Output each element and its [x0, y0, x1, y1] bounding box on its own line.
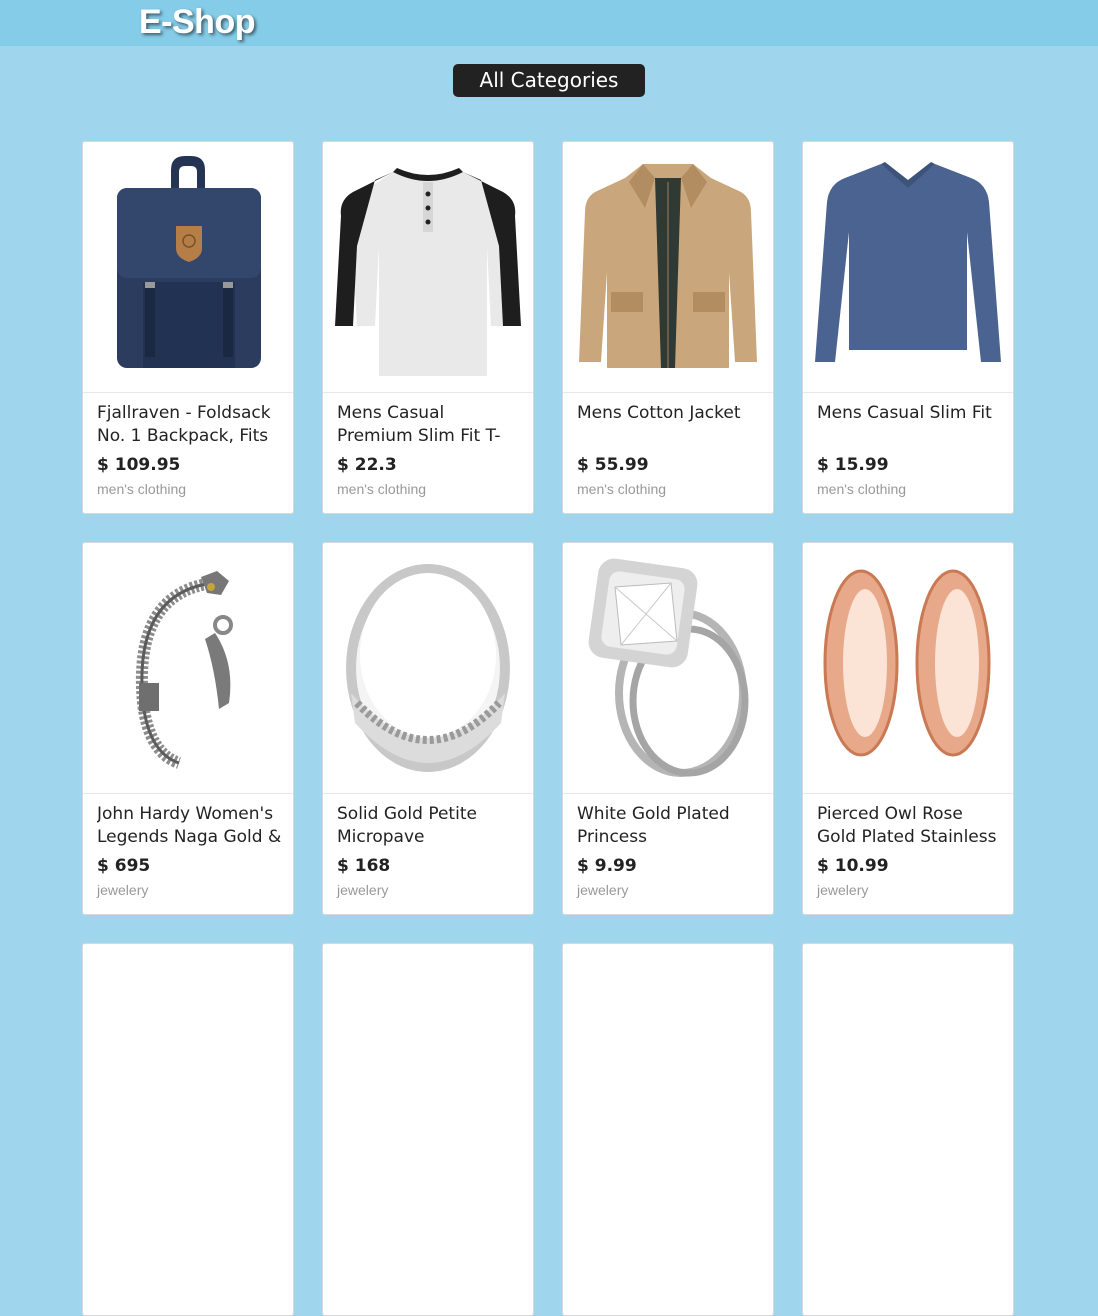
product-title[interactable] — [337, 1204, 523, 1250]
all-categories-button[interactable]: All Categories — [453, 64, 645, 97]
product-card[interactable] — [82, 943, 294, 1316]
ring-image[interactable] — [323, 543, 533, 794]
product-category: jewelery — [337, 882, 389, 898]
product-title[interactable] — [817, 1204, 1003, 1250]
product-price: $ 10.99 — [817, 856, 889, 876]
product-category: jewelery — [817, 882, 869, 898]
eshop-logo[interactable]: E-Shop — [139, 3, 255, 42]
product-card[interactable] — [802, 943, 1014, 1316]
product-category: men's clothing — [817, 481, 907, 497]
product-price: $ 109.95 — [97, 455, 181, 475]
product-price: $ 22.3 — [337, 455, 397, 475]
product-card[interactable]: Mens Casual Slim Fit $ 15.99 men's cloth… — [802, 141, 1014, 514]
jacket-image[interactable] — [563, 142, 773, 393]
bracelet-image[interactable] — [83, 543, 293, 794]
product-category: men's clothing — [97, 481, 187, 497]
product-title[interactable]: White Gold Plated Princess — [577, 803, 763, 849]
product-category: jewelery — [577, 882, 629, 898]
longsleeve-image[interactable] — [803, 142, 1013, 393]
product-title[interactable]: John Hardy Women's Legends Naga Gold & — [97, 803, 283, 849]
product-price: $ 695 — [97, 856, 151, 876]
product-card[interactable]: Pierced Owl Rose Gold Plated Stainless S… — [802, 542, 1014, 915]
product-card[interactable] — [322, 943, 534, 1316]
tshirt-image[interactable] — [323, 142, 533, 393]
product-card[interactable]: John Hardy Women's Legends Naga Gold & $… — [82, 542, 294, 915]
product-price: $ 55.99 — [577, 455, 649, 475]
product-price: $ 15.99 — [817, 455, 889, 475]
product-category: men's clothing — [577, 481, 667, 497]
top-header: E-Shop — [0, 0, 1098, 46]
product-title[interactable]: Mens Cotton Jacket — [577, 402, 763, 448]
product-card[interactable]: White Gold Plated Princess $ 9.99 jewele… — [562, 542, 774, 915]
product-category: men's clothing — [337, 481, 427, 497]
product-title[interactable]: Solid Gold Petite Micropave — [337, 803, 523, 849]
earring-image[interactable] — [803, 543, 1013, 794]
product-price: $ 168 — [337, 856, 391, 876]
product-title[interactable]: Pierced Owl Rose Gold Plated Stainless S… — [817, 803, 1003, 849]
diamond-ring-image[interactable] — [563, 543, 773, 794]
product-card[interactable]: Mens Cotton Jacket $ 55.99 men's clothin… — [562, 141, 774, 514]
product-title[interactable]: Mens Casual Premium Slim Fit T-Shirts — [337, 402, 523, 448]
product-price: $ 9.99 — [577, 856, 637, 876]
product-card[interactable]: Solid Gold Petite Micropave $ 168 jewele… — [322, 542, 534, 915]
product-card[interactable]: Fjallraven - Foldsack No. 1 Backpack, Fi… — [82, 141, 294, 514]
product-title[interactable] — [577, 1204, 763, 1250]
product-title[interactable]: Mens Casual Slim Fit — [817, 402, 1003, 448]
product-title[interactable] — [97, 1204, 283, 1250]
backpack-image[interactable] — [83, 142, 293, 393]
product-card[interactable] — [562, 943, 774, 1316]
product-title[interactable]: Fjallraven - Foldsack No. 1 Backpack, Fi… — [97, 402, 283, 448]
product-card[interactable]: Mens Casual Premium Slim Fit T-Shirts $ … — [322, 141, 534, 514]
product-category: jewelery — [97, 882, 149, 898]
